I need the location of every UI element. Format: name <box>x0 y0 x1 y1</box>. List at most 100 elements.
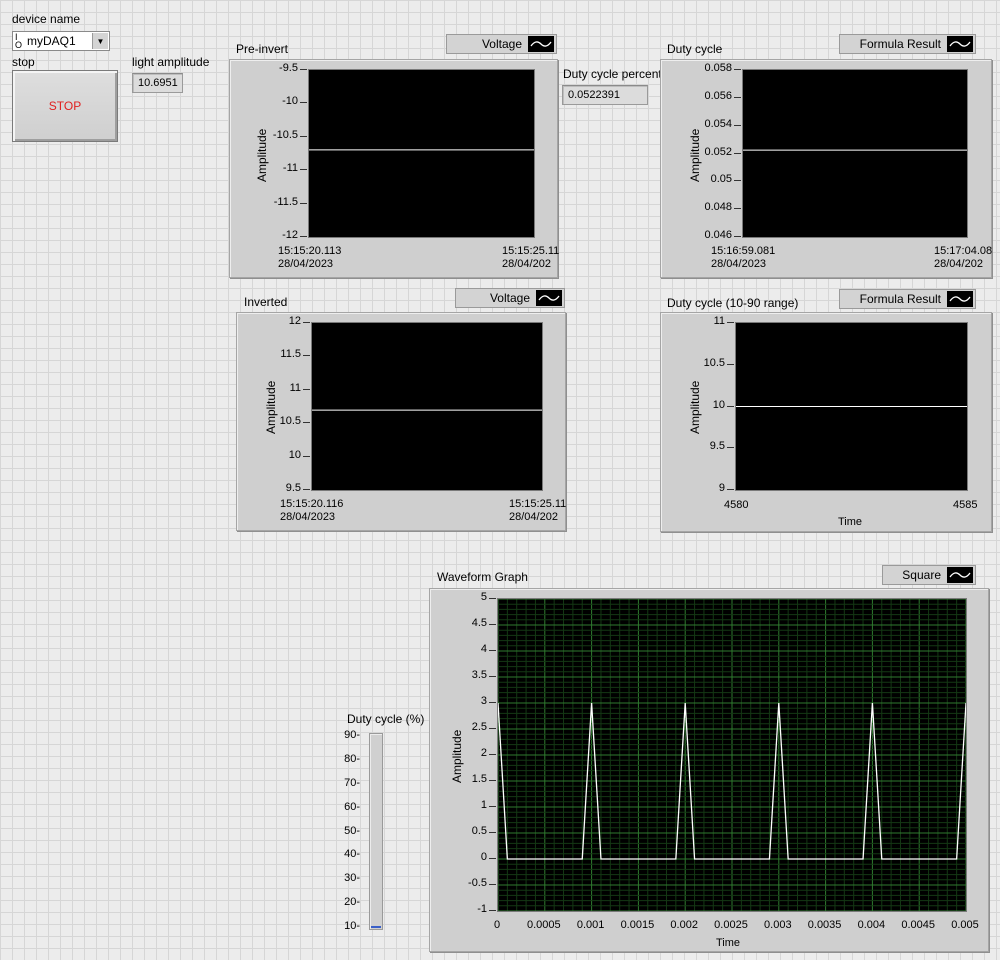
plot-legend-line-icon <box>947 567 973 583</box>
waveform-xtick: 0.0015 <box>620 919 655 931</box>
inverted-chart: Amplitude 12 11.5 11 10.5 10 9.5 15:15:20.116… <box>236 312 566 531</box>
pre-invert-xstart: 15:15:20.113 28/04/2023 <box>278 245 342 270</box>
duty-cycle-range-ytick: 10.5 <box>703 356 725 369</box>
waveform-ytick-mark <box>489 702 496 703</box>
duty-cycle-slide-tick: 80- <box>344 752 360 765</box>
light-amplitude-indicator: 10.6951 <box>132 73 183 93</box>
duty-cycle-range-ytick-mark <box>727 405 734 407</box>
duty-cycle-slide-tick: 30- <box>344 872 360 885</box>
device-name-label: device name <box>12 12 81 26</box>
pre-invert-ytick-mark <box>300 69 307 70</box>
inverted-ytick: 11 <box>289 381 301 394</box>
waveform-ytick: 3.5 <box>471 669 487 681</box>
inverted-ytick: 9.5 <box>285 482 301 494</box>
duty-cycle-slide-tick: 20- <box>344 896 360 909</box>
waveform-ytick: 0 <box>480 851 487 863</box>
inverted-ytick: 11.5 <box>280 348 301 361</box>
pre-invert-ytick-mark <box>300 236 307 237</box>
waveform-ytick: 3 <box>480 695 487 707</box>
inverted-ytick: 12 <box>288 315 301 327</box>
waveform-ytick-mark <box>489 806 496 807</box>
waveform-ytick: -1 <box>477 903 487 915</box>
inverted-ytick-mark <box>303 455 310 457</box>
waveform-ytick-mark <box>489 858 496 859</box>
waveform-ytick: 2 <box>480 747 487 759</box>
plot-legend-line-icon <box>536 290 562 306</box>
inverted-ytick-mark <box>303 355 310 357</box>
pre-invert-ytick: -12 <box>282 229 298 241</box>
duty-cycle-range-chart: Amplitude 11 10.5 10 9.5 9 4580 4585 Time <box>660 312 992 532</box>
waveform-xtick: 0.003 <box>764 919 792 931</box>
duty-cycle-ytick-mark <box>734 96 741 98</box>
duty-cycle-slide-tick: 70- <box>344 776 360 789</box>
inverted-plot[interactable] <box>311 322 543 491</box>
duty-cycle-ytick: 0.05 <box>710 173 732 186</box>
duty-cycle-xstart: 15:16:59.081 28/04/2023 <box>711 245 776 270</box>
duty-cycle-ytick: 0.058 <box>704 62 732 74</box>
dropdown-arrow-icon[interactable]: ▼ <box>92 33 108 49</box>
stop-button-text: STOP <box>48 99 82 113</box>
waveform-ytick-mark <box>489 650 496 651</box>
pre-invert-chart: Amplitude -9.5 -10 -10.5 -11 -11.5 -12 15:15:… <box>229 59 560 278</box>
inverted-ytick: 10.5 <box>279 415 301 428</box>
waveform-xlabel: Time <box>716 937 741 949</box>
duty-cycle-slide-tick: 60- <box>344 800 360 813</box>
pre-invert-ytick-mark <box>300 202 307 204</box>
duty-cycle-range-ytick: 9 <box>718 482 725 494</box>
duty-cycle-range-ytick-mark <box>727 322 734 323</box>
waveform-title: Waveform Graph <box>437 570 528 584</box>
plot-legend-line-icon <box>528 36 554 52</box>
waveform-ytick: 4.5 <box>471 617 487 629</box>
inverted-ytick: 10 <box>288 448 301 461</box>
io-icon: IO <box>15 32 23 50</box>
duty-cycle-legend[interactable]: Formula Result <box>839 34 976 54</box>
pre-invert-ytick-mark <box>300 135 307 137</box>
waveform-legend[interactable]: Square <box>882 565 976 585</box>
duty-cycle-ytick: 0.052 <box>704 145 732 158</box>
duty-cycle-ytick-mark <box>734 236 741 237</box>
duty-cycle-ytick-mark <box>734 208 741 210</box>
duty-cycle-xend: 15:17:04.08 28/04/202 <box>934 245 993 270</box>
waveform-xtick: 0.005 <box>951 919 979 931</box>
inverted-ytick-mark <box>303 388 310 390</box>
inverted-legend-label: Voltage <box>489 291 530 305</box>
pre-invert-ytick: -10 <box>282 95 298 108</box>
waveform-xtick: 0.0025 <box>714 919 748 931</box>
inverted-legend[interactable]: Voltage <box>455 288 565 308</box>
waveform-ytick-mark <box>489 910 496 911</box>
pre-invert-xend: 15:15:25.11 28/04/202 <box>502 245 560 270</box>
inverted-ytick-mark <box>303 322 310 323</box>
duty-cycle-slide-label: Duty cycle (%) <box>347 712 425 726</box>
device-name-ring[interactable]: IO myDAQ1 ▼ <box>12 31 110 51</box>
duty-cycle-slide-tick: 90- <box>344 729 360 741</box>
waveform-legend-label: Square <box>902 568 941 582</box>
duty-cycle-range-plot[interactable] <box>735 322 968 491</box>
duty-cycle-percentage-indicator: 0.0522391 <box>562 85 648 105</box>
stop-button[interactable]: STOP <box>12 70 118 142</box>
duty-cycle-slide[interactable] <box>369 733 383 930</box>
duty-cycle-range-legend[interactable]: Formula Result <box>839 289 976 309</box>
waveform-xtick: 0.002 <box>670 919 698 931</box>
waveform-xtick: 0.0035 <box>807 919 842 931</box>
pre-invert-legend[interactable]: Voltage <box>446 34 557 54</box>
inverted-title: Inverted <box>244 295 288 309</box>
duty-cycle-ytick-mark <box>734 69 741 70</box>
waveform-svg <box>497 598 967 912</box>
pre-invert-ytick: -11 <box>282 162 298 175</box>
waveform-ytick: 1.5 <box>471 773 487 785</box>
duty-cycle-plot[interactable] <box>742 69 968 238</box>
inverted-ytick-mark <box>303 489 310 490</box>
waveform-plot[interactable] <box>497 598 967 912</box>
duty-cycle-ytick: 0.046 <box>704 229 732 241</box>
duty-cycle-slide-tick: 40- <box>344 848 360 861</box>
waveform-xtick: 0.0005 <box>526 919 561 931</box>
duty-cycle-title: Duty cycle <box>667 42 723 56</box>
device-name-value: myDAQ1 <box>27 34 76 48</box>
waveform-ytick-mark <box>489 884 496 885</box>
pre-invert-plot[interactable] <box>308 69 535 238</box>
waveform-xtick: 0.001 <box>576 919 605 931</box>
duty-cycle-ytick-mark <box>734 180 741 182</box>
duty-cycle-range-ytick-mark <box>727 363 734 365</box>
duty-cycle-range-ytick: 10 <box>712 398 725 411</box>
duty-cycle-range-svg <box>736 406 967 407</box>
